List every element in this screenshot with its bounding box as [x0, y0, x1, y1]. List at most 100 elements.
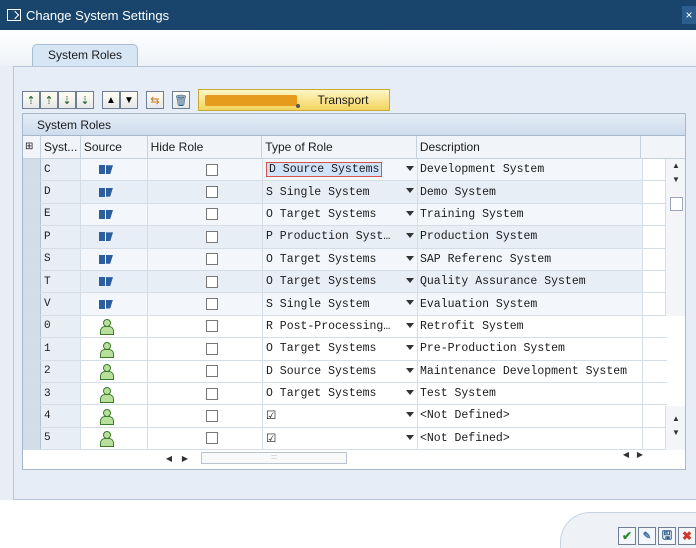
col-header-type-of-role[interactable]: Type of Role: [262, 136, 417, 158]
row-selector[interactable]: [23, 159, 41, 181]
chevron-down-icon[interactable]: [406, 188, 414, 194]
chevron-down-icon[interactable]: [406, 233, 414, 239]
description-cell[interactable]: Production System: [418, 226, 643, 248]
hide-role-checkbox[interactable]: [206, 409, 218, 422]
save-button[interactable]: 🖫: [658, 527, 676, 545]
description-cell[interactable]: <Not Defined>: [418, 405, 643, 427]
row-selector[interactable]: [23, 181, 41, 203]
hide-role-checkbox[interactable]: [206, 163, 218, 176]
table-row[interactable]: 0 R Post-Processing… Retrofit System: [23, 315, 667, 339]
scroll-down-icon[interactable]: ▼: [666, 173, 686, 187]
table-row[interactable]: C D Source Systems Development System: [23, 159, 667, 182]
type-of-role-dropdown[interactable]: ☑: [263, 427, 418, 450]
type-of-role-dropdown[interactable]: S Single System: [263, 293, 418, 315]
table-row[interactable]: E O Target Systems Training System: [23, 203, 667, 227]
description-cell[interactable]: Evaluation System: [418, 293, 643, 315]
move-up-icon[interactable]: ▲: [102, 91, 120, 109]
type-of-role-dropdown[interactable]: S Single System: [263, 181, 418, 203]
row-selector[interactable]: [23, 338, 41, 360]
scroll-up-icon[interactable]: ▲: [666, 412, 686, 426]
description-cell[interactable]: Test System: [418, 382, 643, 405]
row-selector[interactable]: [23, 405, 41, 427]
hide-role-checkbox[interactable]: [206, 275, 218, 288]
hide-role-checkbox[interactable]: [206, 208, 218, 221]
description-cell[interactable]: Pre-Production System: [418, 338, 643, 360]
row-selector[interactable]: [23, 203, 41, 226]
chevron-down-icon[interactable]: [406, 277, 414, 283]
col-header-hide-role[interactable]: Hide Role: [148, 136, 263, 158]
hide-role-checkbox[interactable]: [206, 230, 218, 243]
chevron-down-icon[interactable]: [406, 300, 414, 306]
chevron-down-icon[interactable]: [406, 210, 414, 216]
export-icon[interactable]: ⇆: [146, 91, 164, 109]
description-cell[interactable]: Development System: [418, 159, 643, 181]
description-cell[interactable]: Maintenance Development System: [418, 360, 643, 382]
row-selector[interactable]: [23, 270, 41, 293]
chevron-down-icon[interactable]: [406, 434, 414, 440]
hide-role-checkbox[interactable]: [206, 365, 218, 378]
scroll-left-icon[interactable]: ◀: [161, 454, 177, 463]
chevron-down-icon[interactable]: [406, 389, 414, 395]
description-cell[interactable]: Demo System: [418, 181, 643, 203]
type-of-role-dropdown[interactable]: P Production Syst…: [263, 226, 418, 248]
table-row[interactable]: 3 O Target Systems Test System: [23, 382, 667, 406]
delete-row-icon[interactable]: ⇣: [76, 91, 94, 109]
type-of-role-dropdown[interactable]: ☑: [263, 405, 418, 427]
table-row[interactable]: S O Target Systems SAP Referenc System: [23, 248, 667, 271]
scroll-down-icon[interactable]: ▼: [666, 426, 686, 440]
chevron-down-icon[interactable]: [406, 322, 414, 328]
row-selector[interactable]: [23, 293, 41, 315]
scroll-thumb[interactable]: [670, 197, 683, 211]
edit-icon[interactable]: ✎: [638, 527, 656, 545]
hide-role-checkbox[interactable]: [206, 253, 218, 266]
type-of-role-dropdown[interactable]: O Target Systems: [263, 270, 418, 293]
insert-row-icon[interactable]: ⇡: [22, 91, 40, 109]
type-of-role-dropdown[interactable]: D Source Systems: [263, 159, 418, 181]
chevron-down-icon[interactable]: [406, 367, 414, 373]
col-header-system[interactable]: Syst...: [41, 136, 81, 158]
move-down-icon[interactable]: ▼: [120, 91, 138, 109]
scroll-right-icon[interactable]: ▶: [633, 450, 647, 459]
scroll-left-icon[interactable]: ◀: [619, 450, 633, 459]
scroll-right-icon[interactable]: ▶: [177, 454, 193, 463]
col-header-description[interactable]: Description: [417, 136, 642, 158]
row-selector[interactable]: [23, 382, 41, 405]
row-selector[interactable]: [23, 226, 41, 248]
append-row-icon[interactable]: ⇡: [40, 91, 58, 109]
scroll-up-icon[interactable]: ▲: [666, 159, 686, 173]
description-cell[interactable]: <Not Defined>: [418, 427, 643, 450]
hide-role-checkbox[interactable]: [206, 186, 218, 199]
vertical-scrollbar-lower[interactable]: ▲ ▼: [665, 406, 685, 450]
table-row[interactable]: T O Target Systems Quality Assurance Syste…: [23, 270, 667, 294]
chevron-down-icon[interactable]: [406, 345, 414, 351]
description-cell[interactable]: SAP Referenc System: [418, 248, 643, 270]
row-selector[interactable]: [23, 315, 41, 338]
type-of-role-dropdown[interactable]: O Target Systems: [263, 203, 418, 226]
hscroll-thumb[interactable]: :::: [201, 452, 347, 464]
description-cell[interactable]: Quality Assurance System: [418, 270, 643, 293]
table-row[interactable]: 4 ☑ <Not Defined>: [23, 405, 667, 428]
column-settings-icon[interactable]: ⊞: [23, 136, 41, 158]
type-of-role-dropdown[interactable]: D Source Systems: [263, 360, 418, 382]
description-cell[interactable]: Training System: [418, 203, 643, 226]
hide-role-checkbox[interactable]: [206, 432, 218, 445]
table-row[interactable]: 1 O Target Systems Pre-Production System: [23, 338, 667, 361]
chevron-down-icon[interactable]: [406, 412, 414, 418]
hide-role-checkbox[interactable]: [206, 387, 218, 400]
table-row[interactable]: 2 D Source Systems Maintenance Development…: [23, 360, 667, 383]
ok-button[interactable]: ✔: [618, 527, 636, 545]
col-header-source[interactable]: Source: [81, 136, 148, 158]
type-of-role-dropdown[interactable]: O Target Systems: [263, 338, 418, 360]
row-selector[interactable]: [23, 360, 41, 382]
row-selector[interactable]: [23, 248, 41, 270]
table-row[interactable]: P P Production Syst… Production System: [23, 226, 667, 249]
row-selector[interactable]: [23, 427, 41, 450]
copy-row-icon[interactable]: ⇣: [58, 91, 76, 109]
trash-icon[interactable]: 🗑: [172, 91, 190, 109]
chevron-down-icon[interactable]: [406, 166, 414, 171]
table-row[interactable]: V S Single System Evaluation System: [23, 293, 667, 316]
cancel-button[interactable]: ✖: [678, 527, 696, 545]
type-of-role-dropdown[interactable]: O Target Systems: [263, 382, 418, 405]
transport-button[interactable]: Transport: [198, 89, 390, 111]
table-row[interactable]: D S Single System Demo System: [23, 181, 667, 204]
